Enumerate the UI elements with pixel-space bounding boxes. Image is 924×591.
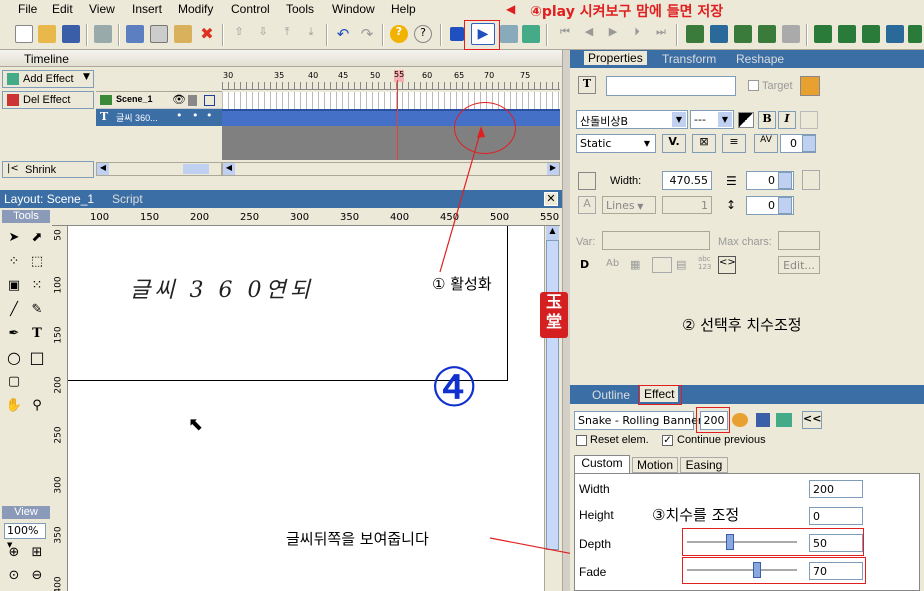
var-label: Var:	[576, 236, 596, 248]
param-height-field[interactable]: 0	[809, 507, 863, 525]
align-icon[interactable]: ⊠	[692, 134, 716, 153]
kerning-spin[interactable]	[802, 135, 816, 152]
param-height-value: 0	[813, 510, 820, 523]
valign-icon[interactable]: V.	[662, 134, 686, 153]
param-width-field[interactable]: 200	[809, 480, 863, 498]
subtab-motion[interactable]: Motion	[632, 457, 678, 473]
kerning-value: 0	[790, 137, 797, 150]
library-icon[interactable]	[800, 76, 820, 96]
continue-label: Continue previous	[677, 434, 766, 446]
spacing-spin[interactable]	[778, 197, 792, 214]
subtab-easing[interactable]: Easing	[680, 457, 728, 473]
color-swatch[interactable]	[738, 112, 754, 128]
autosize-icon: A	[578, 196, 596, 214]
param-depth-label: Depth	[579, 537, 612, 551]
reset-checkbox[interactable]	[576, 435, 587, 446]
tab-properties[interactable]: Properties	[584, 51, 647, 65]
kerning-icon[interactable]: AV	[754, 134, 778, 153]
param-fade-label: Fade	[579, 565, 607, 579]
effect-panel: Outline Effect Snake - Rolling Banner 20…	[570, 385, 924, 591]
wrap-icon[interactable]	[802, 170, 820, 190]
lines-select: Lines ▼	[602, 196, 656, 214]
italic-button[interactable]: I	[778, 111, 796, 129]
save-preset-icon[interactable]	[756, 413, 770, 427]
target-checkbox[interactable]	[748, 80, 759, 91]
tab-transform[interactable]: Transform	[662, 52, 716, 66]
target-label: Target	[762, 80, 793, 92]
text-type-select[interactable]: Static ▼	[576, 134, 656, 153]
width-value: 470.55	[669, 174, 709, 187]
font-select[interactable]: 산돌비상B ▼	[576, 110, 688, 129]
width-icon	[578, 172, 596, 190]
width-label: Width:	[610, 175, 642, 187]
edit-button: Edit...	[778, 256, 820, 274]
underline-placeholder	[800, 111, 818, 129]
font-size-select[interactable]: --- ▼	[690, 110, 734, 129]
width-field[interactable]: 470.55	[662, 171, 712, 190]
spacing-value: 0	[768, 199, 775, 212]
param-width-label: Width	[579, 482, 610, 496]
name-field[interactable]	[606, 76, 736, 96]
indent-spin[interactable]	[778, 172, 792, 189]
multiline-icon: ▤	[676, 258, 687, 271]
subtab-custom[interactable]: Custom	[574, 455, 630, 473]
text-type-value: Static	[580, 137, 612, 150]
font-size-value: ---	[694, 113, 706, 126]
chevron-down-icon: ▼	[672, 112, 686, 127]
properties-tabbar: Properties Transform Reshape	[570, 50, 924, 68]
line-spacing-icon: ↕	[726, 198, 737, 212]
annotation-adjust: ③치수를 조정	[652, 506, 740, 524]
apply-effect-icon[interactable]	[776, 413, 792, 427]
bold-button[interactable]: B	[758, 111, 776, 129]
preset-icon[interactable]	[732, 413, 748, 427]
lines-field: 1	[662, 196, 712, 214]
indent-icon: ☰	[726, 174, 737, 188]
chevron-down-icon: ▼	[643, 139, 651, 148]
password-icon	[652, 257, 672, 273]
continue-checkbox[interactable]: ✓	[662, 435, 673, 446]
border-icon: ▦	[630, 258, 641, 271]
edit-label: Edit...	[783, 259, 815, 272]
selectable-icon: Ab	[606, 258, 620, 269]
embed-chars-icon: abc 123	[698, 255, 712, 271]
param-width-value: 200	[813, 483, 834, 496]
text-object-icon: T	[578, 76, 596, 94]
justify-icon[interactable]: ≡	[722, 134, 746, 153]
tab-reshape[interactable]: Reshape	[736, 52, 784, 66]
code-icon[interactable]: <>	[718, 256, 736, 274]
lines-value: 1	[701, 199, 708, 212]
tab-outline[interactable]: Outline	[592, 388, 630, 402]
effect-name-field[interactable]: Snake - Rolling Banner	[574, 411, 702, 430]
effect-tabbar: Outline Effect	[570, 385, 924, 404]
var-field	[602, 231, 710, 250]
effect-name-value: Snake - Rolling Banner	[578, 414, 703, 427]
font-name: 산돌비상B	[580, 115, 629, 128]
indent-value: 0	[768, 174, 775, 187]
annotation-select-resize: ② 선택후 치수조정	[682, 316, 802, 334]
param-height-label: Height	[579, 508, 614, 522]
maxchars-label: Max chars:	[718, 236, 772, 248]
maxchars-field	[778, 231, 820, 250]
html-icon: D	[580, 258, 590, 271]
chevron-down-icon: ▼	[718, 112, 732, 127]
collapse-button[interactable]: <<	[802, 411, 822, 429]
lines-label: Lines	[606, 199, 635, 212]
reset-label: Reset elem.	[590, 434, 649, 446]
